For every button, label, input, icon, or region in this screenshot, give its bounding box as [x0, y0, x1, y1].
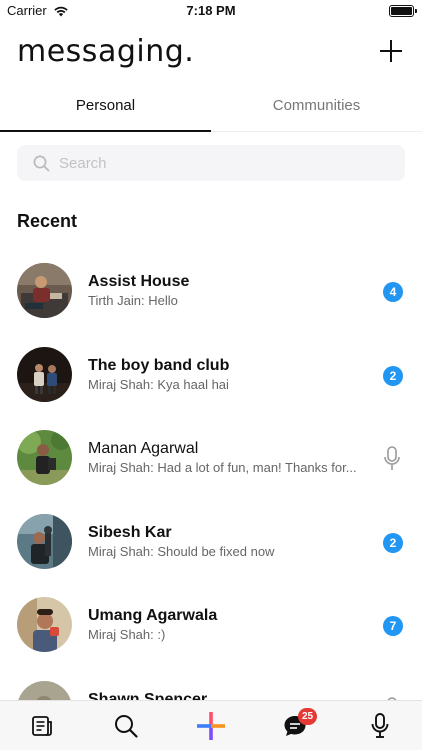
news-icon [32, 716, 52, 736]
microphone-icon [384, 446, 400, 470]
conversation-preview: Miraj Shah: Kya haal hai [88, 376, 229, 392]
plus-icon [197, 712, 225, 740]
search-icon [33, 155, 50, 171]
search-input[interactable] [59, 154, 379, 172]
nav-feed-button[interactable] [17, 701, 67, 750]
conversation-row[interactable]: Assist House Tirth Jain: Hello 4 [0, 248, 422, 332]
conversation-row[interactable]: Umang Agarwala Miraj Shah: :) 7 [0, 582, 422, 666]
unread-count-badge: 7 [383, 616, 403, 636]
bottom-nav-bar: 25 [0, 700, 422, 750]
conversation-name: Umang Agarwala [88, 607, 218, 624]
conversation-name: Sibesh Kar [88, 523, 172, 541]
conversation-name: Shawn Spencer [88, 690, 208, 701]
nav-compose-button[interactable] [186, 701, 236, 750]
battery-icon [389, 5, 417, 17]
unread-count-badge: 2 [383, 365, 403, 386]
tab-communities[interactable]: Communities [211, 88, 422, 131]
conversation-row[interactable]: Sibesh Kar Miraj Shah: Should be fixed n… [0, 499, 422, 583]
microphone-icon [371, 713, 389, 738]
new-message-button[interactable] [378, 38, 404, 64]
nav-voice-button[interactable] [355, 701, 405, 750]
conversation-name: The boy band club [88, 356, 230, 374]
conversation-preview: Miraj Shah: :) [88, 627, 166, 642]
search-icon [115, 715, 138, 738]
status-time: 7:18 PM [186, 3, 236, 18]
chat-count-badge: 25 [298, 708, 317, 725]
conversation-preview: Tirth Jain: Hello [88, 293, 178, 308]
unread-count-badge: 2 [383, 532, 403, 553]
status-bar: Carrier 7:18 PM [0, 0, 422, 22]
avatar [17, 597, 72, 652]
nav-search-button[interactable] [101, 701, 151, 750]
conversation-list: Assist House Tirth Jain: Hello 4 The boy… [0, 248, 422, 700]
conversation-row[interactable]: Shawn Spencer [0, 666, 422, 701]
section-title-recent: Recent [17, 211, 78, 231]
app-title: messaging. [17, 34, 195, 69]
unread-count-badge: 4 [383, 282, 403, 302]
avatar [17, 513, 72, 569]
conversation-name: Manan Agarwal [88, 440, 199, 457]
search-bar[interactable] [17, 145, 405, 181]
conversation-preview: Miraj Shah: Should be fixed now [88, 543, 275, 559]
tab-personal[interactable]: Personal [0, 88, 211, 132]
avatar [17, 430, 72, 485]
nav-chats-button[interactable]: 25 [270, 701, 320, 750]
tab-bar: Personal Communities [0, 88, 422, 132]
avatar [17, 346, 72, 402]
avatar [17, 680, 72, 700]
conversation-preview: Miraj Shah: Had a lot of fun, man! Thank… [88, 460, 357, 475]
conversation-row[interactable]: Manan Agarwal Miraj Shah: Had a lot of f… [0, 415, 422, 499]
avatar [17, 263, 72, 318]
plus-icon [380, 40, 402, 62]
conversation-name: Assist House [88, 273, 190, 290]
conversation-row[interactable]: The boy band club Miraj Shah: Kya haal h… [0, 332, 422, 416]
